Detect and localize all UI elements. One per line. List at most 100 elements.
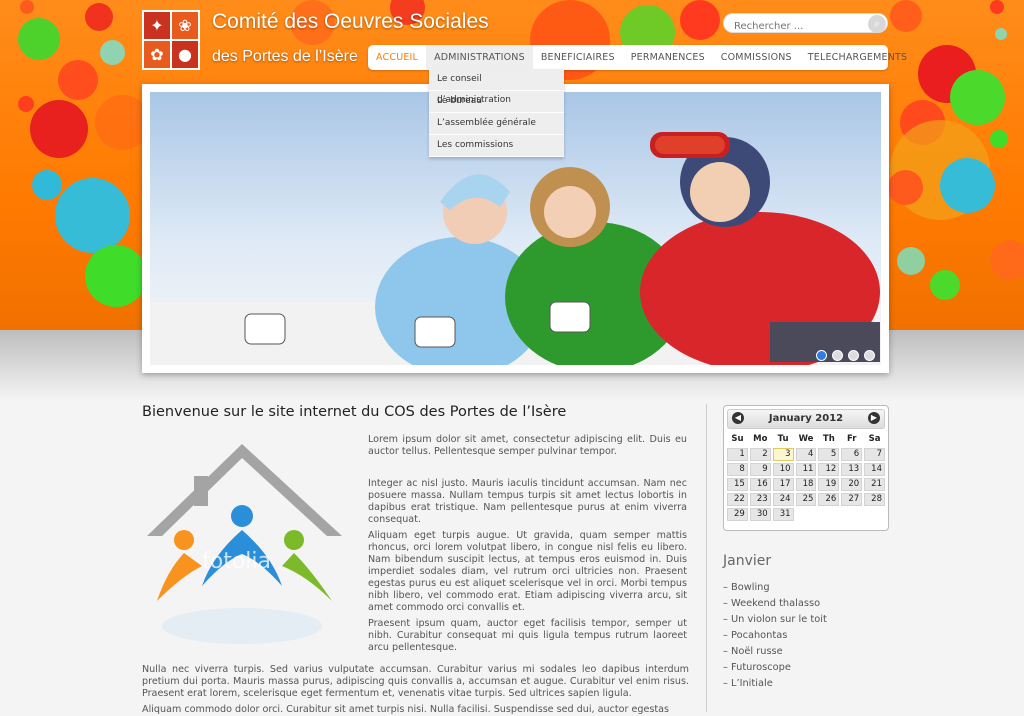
slider-dot[interactable]: [816, 350, 827, 361]
intro-paragraph-5: Nulla nec viverra turpis. Sed varius vul…: [142, 664, 689, 699]
search-icon[interactable]: ⌕: [868, 15, 886, 33]
calendar-day[interactable]: 10: [772, 463, 794, 476]
calendar-day[interactable]: 1: [727, 448, 748, 461]
event-item-noel-russe[interactable]: – Noël russe: [723, 644, 827, 660]
decor-dot: [680, 0, 720, 40]
slider-pagination: [816, 350, 875, 361]
calendar-weekday: Tu: [777, 434, 789, 444]
calendar-day[interactable]: 2: [749, 448, 771, 461]
dropdown-item-conseil[interactable]: Le conseil d’administration: [429, 69, 564, 105]
nav-item-commissions[interactable]: COMMISSIONS: [713, 45, 800, 70]
site-title[interactable]: Comité des Oeuvres Sociales: [212, 10, 489, 34]
calendar-day[interactable]: 18: [795, 478, 817, 491]
decor-dot: [940, 158, 995, 213]
event-item-bowling[interactable]: – Bowling: [723, 580, 827, 596]
calendar-day[interactable]: 7: [864, 448, 885, 461]
nav-item-permanences[interactable]: PERMANENCES: [623, 45, 713, 70]
calendar-day[interactable]: 31: [772, 508, 794, 521]
decor-dot: [995, 28, 1007, 40]
dropdown-item-commissions[interactable]: Les commissions: [429, 135, 564, 157]
event-item-initiale[interactable]: – L’Initiale: [723, 676, 827, 692]
nav-item-telechargements[interactable]: TELECHARGEMENTS: [800, 45, 915, 70]
decor-dot: [32, 170, 62, 200]
calendar-day[interactable]: 23: [749, 493, 771, 506]
decor-dot: [18, 96, 34, 112]
calendar-day[interactable]: 3: [772, 448, 794, 461]
calendar-header: ◀ January 2012 ▶: [727, 409, 885, 429]
events-list: – Bowling – Weekend thalasso – Un violon…: [723, 580, 827, 692]
intro-paragraph-1: Lorem ipsum dolor sit amet, consectetur …: [368, 434, 687, 457]
calendar-weekday: Su: [731, 434, 744, 444]
calendar-day[interactable]: 28: [864, 493, 885, 506]
decor-dot: [100, 40, 125, 65]
administrations-dropdown: Le conseil d’administration Le bureau L’…: [429, 69, 564, 157]
calendar-day[interactable]: 21: [864, 478, 885, 491]
calendar-day[interactable]: 20: [841, 478, 863, 491]
event-item-pocahontas[interactable]: – Pocahontas: [723, 628, 827, 644]
calendar-next-icon[interactable]: ▶: [868, 412, 880, 424]
calendar-day[interactable]: 5: [818, 448, 840, 461]
decor-dot: [990, 0, 1004, 14]
calendar-day[interactable]: 12: [818, 463, 840, 476]
calendar-weekday: Sa: [868, 434, 881, 444]
dropdown-item-assemblee[interactable]: L’assemblée générale: [429, 113, 564, 135]
logo-tile-icon: ✦: [144, 12, 170, 39]
calendar-day[interactable]: 9: [749, 463, 771, 476]
calendar-day[interactable]: 6: [841, 448, 863, 461]
calendar-day[interactable]: 14: [864, 463, 885, 476]
calendar-day[interactable]: 22: [727, 493, 748, 506]
calendar-day[interactable]: 15: [727, 478, 748, 491]
main-navigation: ACCUEIL ADMINISTRATIONS BENEFICIAIRES PE…: [368, 45, 907, 70]
calendar-day[interactable]: 24: [772, 493, 794, 506]
logo-tile-icon: ✿: [144, 41, 170, 68]
calendar-day[interactable]: 16: [749, 478, 771, 491]
logo-tile-icon: ●: [172, 41, 198, 68]
calendar-month-label: January 2012: [768, 413, 844, 424]
calendar-day[interactable]: 19: [818, 478, 840, 491]
calendar-day[interactable]: 17: [772, 478, 794, 491]
decor-dot: [950, 70, 1005, 125]
decor-dot: [55, 178, 130, 253]
calendar-day[interactable]: 29: [727, 508, 748, 521]
decor-dot: [85, 245, 147, 307]
watermark-text: fotolia: [202, 549, 271, 574]
calendar-widget: ◀ January 2012 ▶ Su Mo Tu We Th Fr Sa 1 2 3 4 5 6 7 8 9…: [723, 405, 889, 531]
intro-paragraph-4: Praesent ipsum quam, auctor eget facilis…: [368, 618, 687, 653]
calendar-day[interactable]: 27: [841, 493, 863, 506]
calendar-day[interactable]: 4: [795, 448, 817, 461]
intro-paragraph-3: Aliquam eget turpis augue. Ut gravida, q…: [368, 530, 687, 613]
site-subtitle: des Portes de l’Isère: [212, 48, 358, 65]
decor-dot: [85, 3, 113, 31]
decor-dot: [990, 240, 1024, 280]
calendar-day[interactable]: 30: [749, 508, 771, 521]
nav-item-beneficiaires[interactable]: BENEFICIAIRES: [533, 45, 623, 70]
calendar-day[interactable]: 26: [818, 493, 840, 506]
event-item-thalasso[interactable]: – Weekend thalasso: [723, 596, 827, 612]
calendar-weekday: Th: [822, 434, 835, 444]
search-input[interactable]: [724, 17, 874, 36]
event-item-futuroscope[interactable]: – Futuroscope: [723, 660, 827, 676]
decor-dot: [990, 130, 1008, 148]
decor-dot: [58, 60, 98, 100]
calendar-day[interactable]: 11: [795, 463, 817, 476]
decor-dot: [930, 270, 960, 300]
calendar-prev-icon[interactable]: ◀: [732, 412, 744, 424]
decor-dot: [888, 170, 923, 205]
decor-dot: [18, 18, 60, 60]
event-item-violon[interactable]: – Un violon sur le toit: [723, 612, 827, 628]
slider-dot[interactable]: [848, 350, 859, 361]
slider-dot[interactable]: [864, 350, 875, 361]
calendar-day[interactable]: 13: [841, 463, 863, 476]
nav-item-accueil[interactable]: ACCUEIL: [368, 45, 426, 70]
decor-dot: [897, 247, 925, 275]
intro-paragraph-2: Integer ac nisl justo. Mauris iaculis ti…: [368, 478, 687, 525]
calendar-weekday: Fr: [846, 434, 857, 444]
calendar-weekday: We: [798, 434, 814, 444]
nav-item-administrations[interactable]: ADMINISTRATIONS: [426, 45, 533, 70]
slider-dot[interactable]: [832, 350, 843, 361]
decor-dot: [890, 0, 922, 32]
site-logo[interactable]: ✦ ❀ ✿ ●: [142, 10, 200, 70]
calendar-day[interactable]: 25: [795, 493, 817, 506]
decor-dot: [30, 100, 88, 158]
calendar-day[interactable]: 8: [727, 463, 748, 476]
